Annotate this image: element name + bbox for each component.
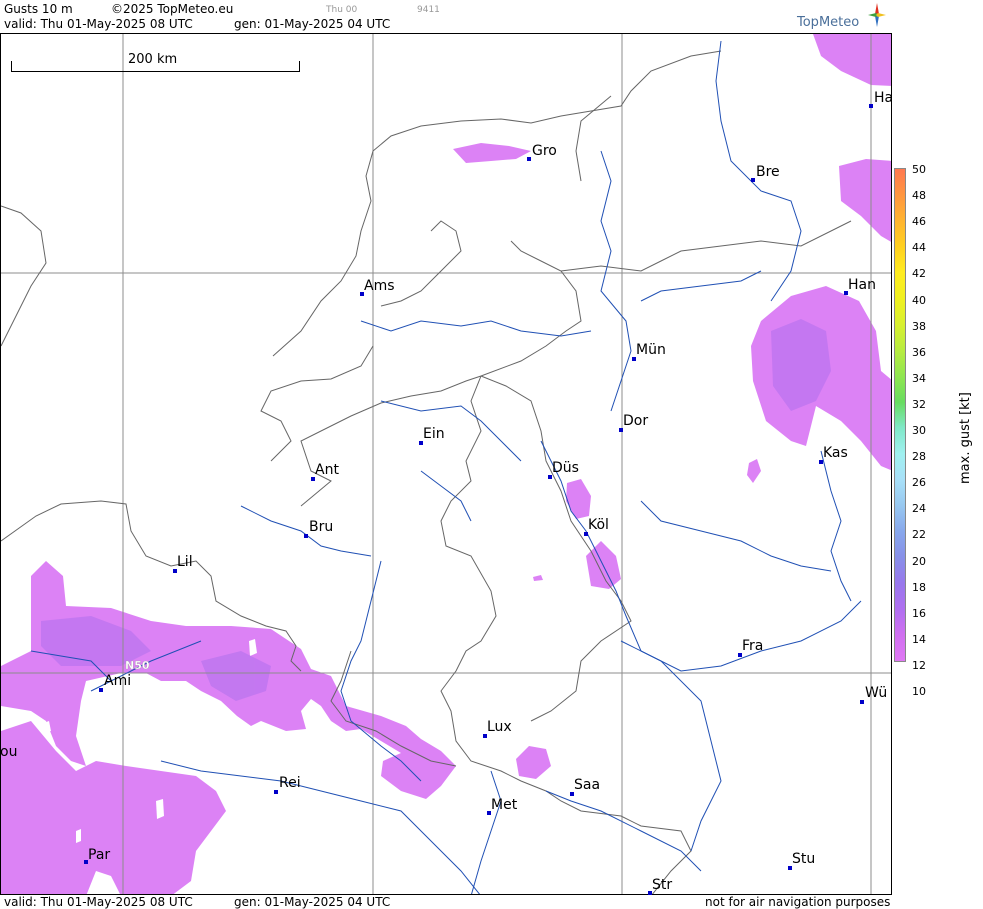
logo-text: TopMeteo bbox=[797, 15, 860, 30]
legend-tick-label: 16 bbox=[912, 606, 926, 620]
legend-tick-label: 12 bbox=[912, 658, 926, 672]
city-marker bbox=[527, 157, 531, 161]
compass-star-icon bbox=[868, 3, 886, 27]
legend-tick-label: 42 bbox=[912, 267, 926, 281]
city-label: Mün bbox=[636, 342, 666, 358]
weather-map[interactable]: N50 bbox=[0, 33, 892, 895]
city-label: ou bbox=[0, 744, 18, 760]
city-marker bbox=[304, 534, 308, 538]
city-label: Par bbox=[88, 847, 111, 863]
legend-tick-label: 34 bbox=[912, 371, 926, 385]
legend-tick-label: 20 bbox=[912, 554, 926, 568]
city-marker bbox=[274, 790, 278, 794]
city-label: Str bbox=[652, 877, 673, 893]
city-label: Köl bbox=[588, 517, 609, 533]
footer-times: valid: Thu 01-May-2025 08 UTC gen: 01-Ma… bbox=[4, 895, 390, 909]
city-label: Dor bbox=[623, 413, 649, 429]
city-label: Stu bbox=[792, 851, 816, 867]
legend-tick-label: 22 bbox=[912, 528, 926, 542]
city-marker bbox=[99, 688, 103, 692]
run-label: Thu 00 bbox=[326, 5, 358, 15]
copyright: ©2025 TopMeteo.eu bbox=[111, 2, 234, 16]
legend-tick-label: 40 bbox=[912, 293, 926, 307]
city-label: Ant bbox=[315, 462, 339, 478]
footer-disclaimer: not for air navigation purposes bbox=[705, 895, 891, 909]
legend-tick-label: 44 bbox=[912, 241, 926, 255]
legend-tick-label: 50 bbox=[912, 163, 926, 176]
city-label: Saa bbox=[574, 777, 601, 793]
city-label: Wü bbox=[865, 685, 888, 701]
city-label: Düs bbox=[552, 460, 579, 476]
footer-gen-time: gen: 01-May-2025 04 UTC bbox=[234, 895, 391, 909]
city-marker bbox=[860, 700, 864, 704]
city-label: Lil bbox=[177, 554, 193, 570]
legend-tick-label: 48 bbox=[912, 189, 926, 203]
city-label: Ams bbox=[364, 278, 395, 294]
city-label: Kas bbox=[823, 445, 848, 461]
legend-tick-label: 32 bbox=[912, 397, 926, 411]
legend-tick-label: 30 bbox=[912, 424, 926, 437]
legend-tick-label: 24 bbox=[912, 502, 926, 516]
city-label: Gro bbox=[532, 143, 557, 159]
legend-tick-label: 10 bbox=[912, 685, 926, 698]
city-marker bbox=[869, 104, 873, 108]
color-scale-title: max. gust [kt] bbox=[958, 392, 973, 484]
city-marker bbox=[751, 178, 755, 182]
legend-tick-label: 28 bbox=[912, 450, 926, 464]
latitude-label: N50 bbox=[125, 659, 150, 672]
run-code: 9411 bbox=[417, 5, 440, 15]
legend-tick-label: 46 bbox=[912, 215, 926, 229]
legend-tick-label: 36 bbox=[912, 345, 926, 359]
footer-valid-time: valid: Thu 01-May-2025 08 UTC bbox=[4, 895, 193, 909]
city-label: Bru bbox=[309, 519, 334, 535]
valid-time: valid: Thu 01-May-2025 08 UTC bbox=[4, 17, 193, 31]
city-label: Fra bbox=[742, 638, 764, 654]
legend-tick-label: 26 bbox=[912, 476, 926, 490]
legend-tick-label: 14 bbox=[912, 632, 926, 646]
city-label: Lux bbox=[487, 719, 512, 735]
city-label: Ein bbox=[423, 426, 445, 442]
city-label: Ha bbox=[874, 90, 894, 106]
product-title: Gusts 10 m bbox=[4, 2, 73, 16]
gen-time: gen: 01-May-2025 04 UTC bbox=[234, 17, 391, 31]
city-label: Met bbox=[491, 797, 518, 813]
topmeteo-logo: TopMeteo bbox=[797, 2, 887, 32]
city-label: Ami bbox=[104, 673, 132, 689]
legend-tick-label: 18 bbox=[912, 580, 926, 594]
city-label: Rei bbox=[279, 775, 301, 791]
city-label: Bre bbox=[756, 164, 780, 180]
legend-tick-label: 38 bbox=[912, 319, 926, 333]
scale-label: 200 km bbox=[128, 52, 178, 67]
color-scale-bar bbox=[894, 168, 906, 662]
city-label: Han bbox=[848, 277, 876, 293]
